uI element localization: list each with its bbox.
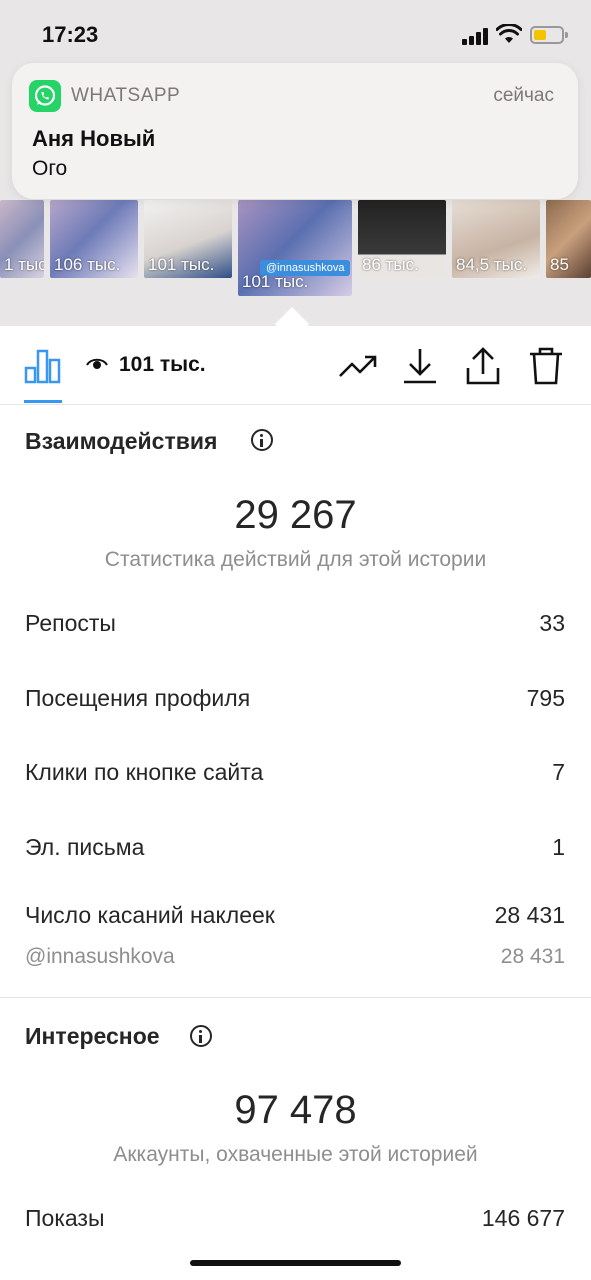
stat-label: Показы bbox=[25, 1205, 105, 1231]
discovery-total: 97 478 bbox=[234, 1088, 357, 1132]
interactions-title: Взаимодействия bbox=[25, 428, 218, 454]
battery-icon bbox=[530, 26, 568, 44]
stat-sublabel: @innasushkova bbox=[25, 945, 175, 968]
thumbnail-view-count: 101 тыс. bbox=[148, 255, 215, 274]
insights-toolbar: 101 тыс. bbox=[0, 326, 591, 405]
bar-chart-icon[interactable] bbox=[24, 348, 62, 384]
stat-row-website-clicks: Клики по кнопке сайта 7 bbox=[25, 759, 565, 789]
stat-row-impressions: Показы 146 677 bbox=[25, 1205, 565, 1235]
wifi-icon bbox=[496, 24, 522, 43]
stat-row-emails: Эл. письма 1 bbox=[25, 834, 565, 864]
story-thumbnail[interactable]: 101 тыс. bbox=[144, 200, 232, 278]
notification-time: сейчас bbox=[493, 85, 554, 106]
trash-icon[interactable] bbox=[528, 346, 564, 386]
whatsapp-icon bbox=[29, 80, 61, 112]
stat-label: Посещения профиля bbox=[25, 685, 251, 711]
stat-label: Репосты bbox=[25, 610, 116, 636]
story-thumbnail-selected[interactable]: @innasushkova 101 тыс. bbox=[238, 200, 352, 296]
eye-icon bbox=[86, 358, 108, 369]
stat-value: 146 677 bbox=[481, 1205, 565, 1231]
story-thumbnail[interactable]: 1 тыс. bbox=[0, 200, 44, 278]
stat-label: Клики по кнопке сайта bbox=[25, 759, 264, 785]
thumbnail-view-count: 84,5 тыс. bbox=[456, 255, 528, 274]
home-indicator[interactable] bbox=[190, 1260, 401, 1266]
info-icon[interactable] bbox=[190, 1025, 212, 1047]
info-icon[interactable] bbox=[251, 429, 273, 451]
thumbnail-view-count: 106 тыс. bbox=[54, 255, 121, 274]
discovery-subtitle: Аккаунты, охваченные этой историей bbox=[113, 1143, 478, 1166]
stat-subrow-sticker-mention: @innasushkova 28 431 bbox=[25, 945, 565, 975]
interactions-subtitle: Статистика действий для этой истории bbox=[104, 548, 487, 571]
active-tab-indicator bbox=[24, 400, 62, 403]
status-time: 17:23 bbox=[42, 22, 99, 47]
stat-value: 7 bbox=[552, 759, 565, 785]
share-icon[interactable] bbox=[465, 346, 501, 386]
stat-row-sticker-taps: Число касаний наклеек 28 431 bbox=[25, 902, 565, 932]
whatsapp-notification-banner[interactable]: WHATSAPP сейчас Аня Новый Ого bbox=[12, 63, 578, 199]
stat-label: Число касаний наклеек bbox=[25, 902, 275, 928]
stories-strip-area: 1 тыс. 106 тыс. 101 тыс. @innasushkova 1… bbox=[0, 0, 591, 326]
thumbnail-view-count: 86 тыс. bbox=[362, 255, 419, 274]
story-thumbnail[interactable]: 85 bbox=[546, 200, 591, 278]
stat-value: 795 bbox=[526, 685, 565, 711]
trend-icon[interactable] bbox=[338, 346, 378, 386]
thumbnail-view-count: 1 тыс. bbox=[4, 255, 44, 274]
notification-app-name: WHATSAPP bbox=[71, 85, 181, 106]
cellular-signal-icon bbox=[462, 27, 492, 45]
thumbnail-view-count: 85 bbox=[550, 255, 569, 274]
story-thumbnails: 1 тыс. 106 тыс. 101 тыс. @innasushkova 1… bbox=[0, 200, 591, 310]
thumbnail-view-count: 101 тыс. bbox=[242, 272, 309, 291]
story-views-count: 101 тыс. bbox=[119, 353, 206, 376]
discovery-title: Интересное bbox=[25, 1023, 160, 1049]
notification-message: Ого bbox=[32, 157, 68, 180]
stat-row-profile-visits: Посещения профиля 795 bbox=[25, 685, 565, 715]
section-divider bbox=[0, 997, 591, 998]
stat-value: 1 bbox=[552, 834, 565, 860]
stat-subvalue: 28 431 bbox=[500, 945, 565, 968]
interactions-total: 29 267 bbox=[234, 493, 357, 537]
stat-label: Эл. письма bbox=[25, 834, 145, 860]
stat-value: 33 bbox=[539, 610, 565, 636]
status-bar: 17:23 bbox=[0, 0, 591, 60]
stat-value: 28 431 bbox=[494, 902, 565, 928]
story-thumbnail[interactable]: 106 тыс. bbox=[50, 200, 138, 278]
story-thumbnail[interactable]: 84,5 тыс. bbox=[452, 200, 540, 278]
stat-row-reposts: Репосты 33 bbox=[25, 610, 565, 640]
notification-sender: Аня Новый bbox=[32, 126, 156, 151]
story-thumbnail[interactable]: 86 тыс. bbox=[358, 200, 446, 278]
download-icon[interactable] bbox=[402, 346, 438, 386]
